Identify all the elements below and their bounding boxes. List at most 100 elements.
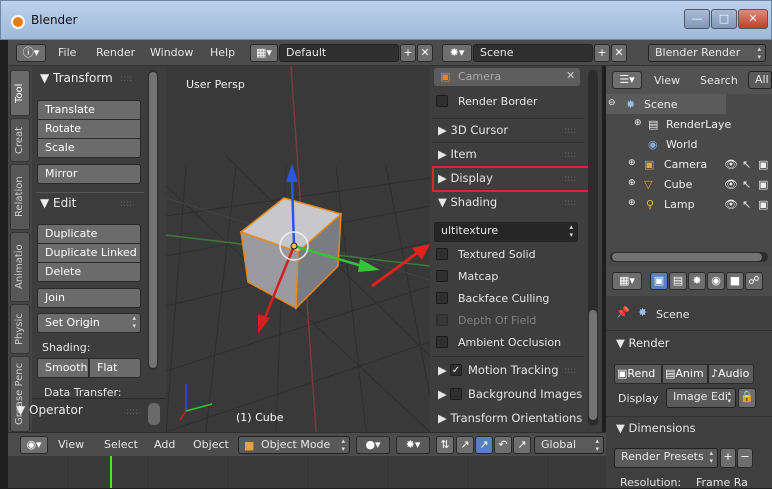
add-preset-icon[interactable]: + (720, 448, 736, 468)
item-panel-header[interactable]: ▶ Item (438, 147, 477, 161)
world-context-icon[interactable]: ◉ (707, 272, 725, 290)
screen-layout-field[interactable]: Default (279, 44, 399, 62)
panel-grip-icon[interactable]: :::: (564, 366, 576, 376)
duplicate-button[interactable]: Duplicate (37, 224, 141, 244)
visibility-eye-icon[interactable]: 👁 (724, 178, 738, 191)
viewport-shading-icon[interactable]: ●▾ (356, 436, 390, 454)
textured-solid-checkbox[interactable] (436, 248, 448, 260)
view3d-menu-add[interactable]: Add (154, 438, 175, 451)
outliner-item-renderlayers[interactable]: RenderLaye (666, 118, 731, 131)
scale-button[interactable]: Scale (37, 138, 141, 158)
remove-layout-icon[interactable]: ✕ (417, 44, 433, 62)
render-context-camera-icon[interactable]: ▣ (650, 272, 668, 290)
minimize-button[interactable]: — (684, 9, 710, 29)
expand-icon[interactable]: ⊕ (628, 178, 636, 188)
viewport-shading-select[interactable]: ultitexture (434, 222, 578, 242)
mirror-button[interactable]: Mirror (37, 164, 141, 184)
viewport-scene[interactable] (166, 66, 430, 432)
panel-grip-icon[interactable]: :::: (120, 199, 132, 209)
render-border-checkbox[interactable] (436, 95, 448, 107)
panel-grip-icon[interactable]: :::: (564, 198, 576, 208)
scene-icon[interactable]: ✸▾ (442, 44, 472, 62)
backface-culling-checkbox[interactable] (436, 292, 448, 304)
depth-of-field-checkbox[interactable] (436, 314, 448, 326)
outliner-item-world[interactable]: World (666, 138, 698, 151)
render-audio-button[interactable]: ♪Audio (708, 364, 754, 384)
toolshelf-scrollbar[interactable] (148, 70, 158, 370)
tab-animation[interactable]: Animatio (10, 232, 30, 302)
view3d-menu-view[interactable]: View (58, 438, 84, 451)
select-cursor-icon[interactable]: ↖ (742, 158, 751, 171)
motion-tracking-panel-header[interactable]: ▶ (438, 363, 447, 377)
close-window-button[interactable]: ✕ (738, 9, 768, 29)
translate-manipulator-icon[interactable]: ↗ (456, 436, 474, 454)
editor-type-3d-view-icon[interactable]: ◉▾ (20, 436, 48, 454)
scale-manipulator-icon[interactable]: ↶ (494, 436, 512, 454)
object-mode-select[interactable]: Object Mode (238, 436, 350, 454)
timeline-area[interactable] (8, 456, 606, 488)
duplicate-linked-button[interactable]: Duplicate Linked (37, 243, 141, 263)
transform-orientation-select[interactable]: Global (534, 436, 604, 454)
collapse-icon[interactable]: ⊖ (608, 98, 616, 108)
outliner-horizontal-scrollbar[interactable] (610, 252, 768, 262)
view3d-menu-select[interactable]: Select (104, 438, 138, 451)
pivot-point-icon[interactable]: ✸▾ (396, 436, 430, 454)
camera-field[interactable]: ▣ Camera ✕ (434, 68, 580, 86)
scene-context-icon[interactable]: ✸ (688, 272, 706, 290)
dimensions-panel-header[interactable]: ▼ Dimensions (616, 421, 696, 435)
z-manipulator-arrow-icon[interactable] (286, 164, 298, 182)
clear-camera-icon[interactable]: ✕ (566, 69, 575, 82)
edit-panel-header[interactable]: ▼ Edit (40, 196, 76, 210)
outliner-item-scene[interactable]: Scene (644, 98, 678, 111)
visibility-eye-icon[interactable]: 👁 (724, 198, 738, 211)
panel-grip-icon[interactable]: :::: (564, 390, 576, 400)
remove-scene-icon[interactable]: ✕ (611, 44, 627, 62)
scrollbar-thumb[interactable] (149, 72, 157, 368)
tab-grease-pencil[interactable]: Grease Penc (10, 356, 30, 432)
transform-orientations-panel-header[interactable]: ▶ Transform Orientations (438, 411, 582, 425)
render-animation-button[interactable]: ▤Anim (662, 364, 708, 384)
render-image-button[interactable]: ▣Rend (614, 364, 662, 384)
outliner-menu-view[interactable]: View (654, 74, 680, 87)
scene-field[interactable]: Scene (473, 44, 593, 62)
render-camera-icon[interactable]: ▣ (758, 198, 768, 211)
3d-viewport[interactable]: User Persp (1) Cube (166, 66, 430, 432)
visibility-eye-icon[interactable]: 👁 (724, 158, 738, 171)
select-cursor-icon[interactable]: ↖ (742, 178, 751, 191)
rotate-button[interactable]: Rotate (37, 119, 141, 139)
lock-interface-icon[interactable]: 🔒 (738, 388, 756, 408)
render-camera-icon[interactable]: ▣ (758, 158, 768, 171)
screen-layout-icon[interactable]: ▦▾ (250, 44, 278, 62)
shading-panel-header[interactable]: ▼ Shading (438, 195, 497, 209)
menu-render[interactable]: Render (96, 46, 135, 59)
select-cursor-icon[interactable]: ↖ (742, 198, 751, 211)
3d-cursor-panel-header[interactable]: ▶ 3D Cursor (438, 123, 508, 137)
maximize-button[interactable]: □ (711, 9, 737, 29)
outliner-display-mode-select[interactable]: All (748, 71, 772, 89)
render-engine-select[interactable]: Blender Render (648, 44, 766, 62)
outliner-menu-search[interactable]: Search (700, 74, 738, 87)
add-scene-icon[interactable]: + (594, 44, 610, 62)
display-panel-header[interactable]: ▶ Display (438, 171, 493, 185)
operator-scroll[interactable] (148, 403, 160, 425)
properties-region-scrollbar[interactable] (588, 70, 598, 426)
scrollbar-thumb[interactable] (589, 310, 597, 420)
remove-preset-icon[interactable]: − (737, 448, 753, 468)
menu-help[interactable]: Help (210, 46, 235, 59)
editor-type-info-icon[interactable]: ⓘ▾ (16, 44, 46, 62)
view3d-menu-object[interactable]: Object (193, 438, 229, 451)
tab-physics[interactable]: Physic (10, 304, 30, 354)
background-images-panel-header[interactable]: ▶ (438, 387, 447, 401)
tab-tool[interactable]: Tool (10, 70, 30, 116)
tab-relations[interactable]: Relation (10, 164, 30, 230)
properties-editor-type-icon[interactable]: ▦▾ (612, 272, 642, 290)
render-display-select[interactable]: Image Edi (666, 388, 736, 408)
object-context-icon[interactable]: ■ (726, 272, 744, 290)
panel-grip-icon[interactable]: :::: (564, 126, 576, 136)
background-images-checkbox[interactable] (450, 388, 462, 400)
delete-button[interactable]: Delete (37, 262, 141, 282)
y-manipulator-arrow-icon[interactable] (258, 314, 270, 334)
render-panel-header[interactable]: ▼ Render (616, 336, 669, 350)
constraints-context-icon[interactable]: ☍ (745, 272, 763, 290)
add-layout-icon[interactable]: + (400, 44, 416, 62)
